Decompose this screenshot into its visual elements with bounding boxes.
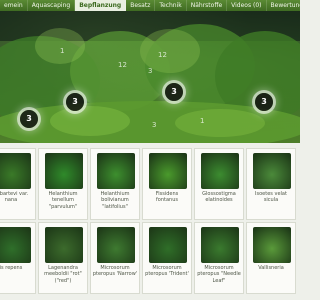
plant-card[interactable]: Isoetes velat sicula — [246, 148, 296, 220]
plant-thumbnail[interactable] — [149, 227, 187, 263]
plant-card[interactable]: ia bartevi var. nana — [0, 148, 36, 220]
plant-thumbnail[interactable] — [149, 153, 187, 189]
aquarium-photo: 3 3 3 3 1 12 12 3 3 1 — [0, 11, 300, 143]
hero-marker-label: 1 — [200, 117, 205, 125]
plant-thumbnail[interactable] — [253, 227, 291, 263]
plant-caption[interactable]: ia bartevi var. nana — [0, 191, 34, 204]
hero-marker-label: 3 — [152, 121, 157, 129]
nav-item[interactable]: Bepflanzung — [75, 0, 127, 11]
plant-caption[interactable]: Helanthium bolivianum "latifolius" — [92, 191, 138, 210]
nav-item[interactable]: Besatz — [126, 0, 156, 11]
plant-caption[interactable]: Microsorum pteropus 'Narrow' — [92, 265, 138, 278]
plant-card[interactable]: Glossostigma elatinoides — [194, 148, 244, 220]
nav-item[interactable]: Nährstoffe — [187, 0, 228, 11]
plant-caption[interactable]: is repens — [0, 265, 34, 271]
plant-thumbnail[interactable] — [201, 153, 239, 189]
plant-hotspot[interactable]: 3 — [255, 93, 273, 111]
plant-card[interactable]: Lagenandra meeboldii "rot" ("red") — [38, 222, 88, 294]
plant-caption[interactable]: Isoetes velat sicula — [248, 191, 294, 204]
plant-caption[interactable]: Vallisneria — [248, 265, 294, 271]
plant-thumbnail[interactable] — [97, 227, 135, 263]
nav-item[interactable]: Aquascaping — [28, 0, 76, 11]
plant-thumbnail[interactable] — [253, 153, 291, 189]
plant-hotspot[interactable]: 3 — [165, 83, 183, 101]
plant-caption[interactable]: Helanthium tenellum "parvulum" — [40, 191, 86, 210]
plant-thumbnail[interactable] — [45, 153, 83, 189]
nav-item[interactable]: Videos (0) — [227, 0, 267, 11]
plant-card[interactable]: Microsorum pteropus 'Trident' — [142, 222, 192, 294]
hero-marker-label: 3 — [148, 67, 153, 75]
nav-item[interactable]: emein — [0, 0, 28, 11]
plant-hotspot[interactable]: 3 — [66, 93, 84, 111]
plant-card[interactable]: Vallisneria — [246, 222, 296, 294]
hero-marker-label: 12 — [118, 61, 127, 69]
nav-item[interactable]: Bewertungen (2) — [267, 0, 300, 11]
plant-card[interactable]: is repens — [0, 222, 36, 294]
plant-caption[interactable]: Microsorum pteropus 'Trident' — [144, 265, 190, 278]
plant-thumbnail[interactable] — [201, 227, 239, 263]
plant-card[interactable]: Microsorum pteropus "Needle Leaf" — [194, 222, 244, 294]
plant-thumbnail[interactable] — [45, 227, 83, 263]
plant-card[interactable]: Helanthium tenellum "parvulum" — [38, 148, 88, 220]
plant-hotspot[interactable]: 3 — [20, 110, 38, 128]
plant-card[interactable]: Fissidens fontanus — [142, 148, 192, 220]
plant-caption[interactable]: Lagenandra meeboldii "rot" ("red") — [40, 265, 86, 284]
plant-card[interactable]: Microsorum pteropus 'Narrow' — [90, 222, 140, 294]
hero-marker-label: 12 — [158, 51, 167, 59]
nav-item[interactable]: Technik — [155, 0, 187, 11]
plant-thumbnail[interactable] — [97, 153, 135, 189]
plant-thumbnail[interactable] — [0, 153, 31, 189]
hero-marker-label: 1 — [60, 47, 65, 55]
plant-card[interactable]: Helanthium bolivianum "latifolius" — [90, 148, 140, 220]
aquarium-plants-illustration — [0, 11, 300, 143]
plant-caption[interactable]: Glossostigma elatinoides — [196, 191, 242, 204]
top-navigation: emein Aquascaping Bepflanzung Besatz Technik… — [0, 0, 300, 11]
plant-thumbnail[interactable] — [0, 227, 31, 263]
plant-caption[interactable]: Microsorum pteropus "Needle Leaf" — [196, 265, 242, 284]
plant-caption[interactable]: Fissidens fontanus — [144, 191, 190, 204]
